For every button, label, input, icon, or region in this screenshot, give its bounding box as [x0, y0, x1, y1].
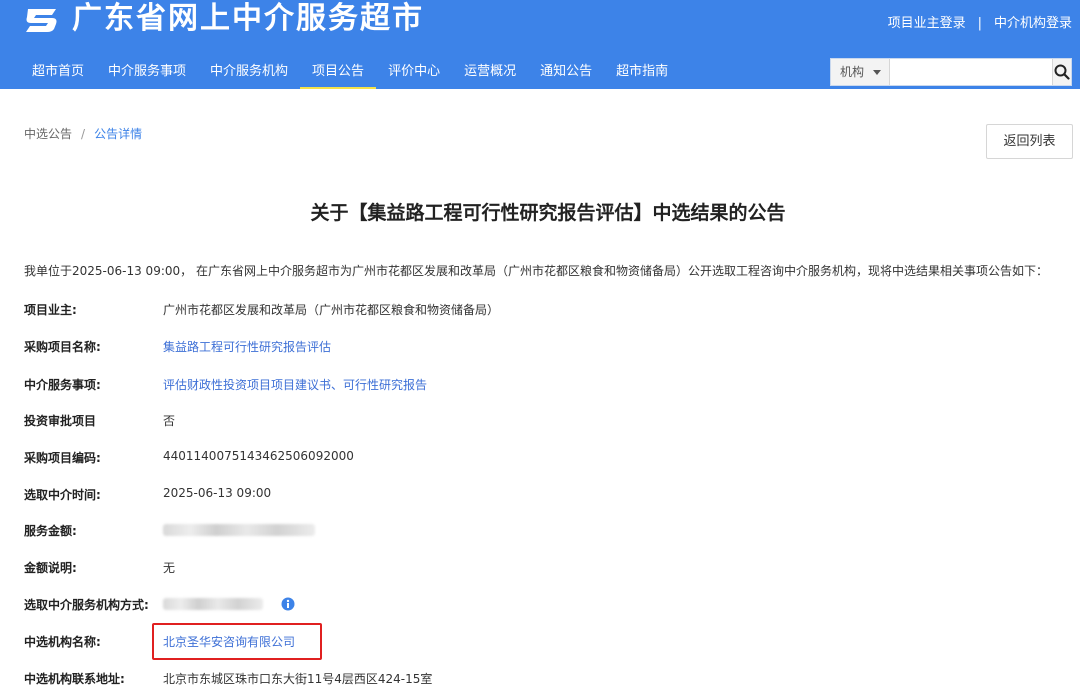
top-header: 广东省网上中介服务超市 项目业主登录 | 中介机构登录 超市首页 中介服务事项 中介…	[0, 0, 1080, 89]
field-label: 中选机构名称:	[24, 635, 101, 649]
service-amount-redacted	[163, 522, 315, 536]
announcement-title: 关于【集益路工程可行性研究报告评估】中选结果的公告	[310, 202, 786, 224]
site-logo-icon	[26, 9, 57, 32]
breadcrumb-parent-link[interactable]: 中选公告	[24, 127, 72, 141]
nav-item-operations[interactable]: 运营概况	[452, 57, 528, 89]
owner-login-link[interactable]: 项目业主登录	[888, 16, 966, 31]
back-to-list-button[interactable]: 返回列表	[986, 124, 1073, 159]
nav-item-home[interactable]: 超市首页	[20, 57, 96, 89]
field-label: 采购项目编码:	[24, 451, 101, 465]
main-nav: 超市首页 中介服务事项 中介服务机构 项目公告 评价中心 运营概况 通知公告 超…	[20, 57, 680, 89]
announcement-intro: 我单位于2025-06-13 09:00， 在广东省网上中介服务超市为广州市花都…	[24, 264, 1048, 278]
field-label: 金额说明:	[24, 561, 77, 575]
field-value: 440114007514346250609​2000	[163, 449, 354, 463]
agency-login-link[interactable]: 中介机构登录	[994, 16, 1072, 31]
annotation-highlight-box	[152, 623, 322, 660]
login-separator: |	[977, 16, 982, 31]
login-links: 项目业主登录 | 中介机构登录	[888, 12, 1072, 31]
search-bar: 机构	[830, 58, 1072, 86]
field-label: 选取中介时间:	[24, 488, 101, 502]
search-type-value: 机构	[840, 65, 865, 79]
selection-method-redacted	[163, 596, 295, 611]
nav-item-service-matters[interactable]: 中介服务事项	[96, 57, 198, 89]
breadcrumb-separator: /	[81, 127, 86, 141]
field-label: 服务金额:	[24, 524, 77, 538]
nav-item-project-notices[interactable]: 项目公告	[300, 57, 377, 89]
field-value: 否	[163, 414, 176, 428]
field-label: 项目业主:	[24, 303, 77, 317]
nav-item-service-agencies[interactable]: 中介服务机构	[198, 57, 300, 89]
search-icon	[1054, 64, 1070, 80]
breadcrumb-current: 公告详情	[94, 127, 143, 141]
site-brand-title: 广东省网上中介服务超市	[72, 1, 424, 36]
field-label: 中介服务事项:	[24, 378, 101, 392]
redacted-blur	[163, 523, 315, 536]
field-label: 中选机构联系地址:	[24, 672, 125, 686]
chevron-down-icon	[872, 70, 881, 75]
field-label: 投资审批项目	[24, 414, 97, 428]
search-button[interactable]	[1051, 59, 1071, 85]
field-label: 采购项目名称:	[24, 340, 101, 354]
project-name-link[interactable]: 集益路工程可行性研究报告评估	[163, 338, 331, 355]
field-value: 无	[163, 561, 176, 575]
search-type-select[interactable]: 机构	[831, 59, 890, 85]
service-matter-link[interactable]: 评估财政性投资项目项目建议书、可行性研究报告	[163, 376, 427, 393]
field-label: 选取中介服务机构方式:	[24, 598, 149, 612]
field-value: 广州市花都区发展和改革局（广州市花都区粮食和物资储备局）	[163, 303, 500, 317]
nav-item-notifications[interactable]: 通知公告	[528, 57, 604, 89]
nav-item-guide[interactable]: 超市指南	[604, 57, 680, 89]
breadcrumb: 中选公告 / 公告详情	[24, 125, 142, 142]
field-value: 北京市东城区珠市口东大街11号4层西区424-15室	[163, 672, 433, 686]
search-input[interactable]	[889, 59, 1052, 85]
redacted-blur	[163, 597, 263, 610]
info-icon[interactable]	[281, 597, 295, 611]
nav-item-evaluation[interactable]: 评价中心	[376, 57, 452, 89]
field-value: 2025-06-13 09:00	[163, 486, 272, 500]
